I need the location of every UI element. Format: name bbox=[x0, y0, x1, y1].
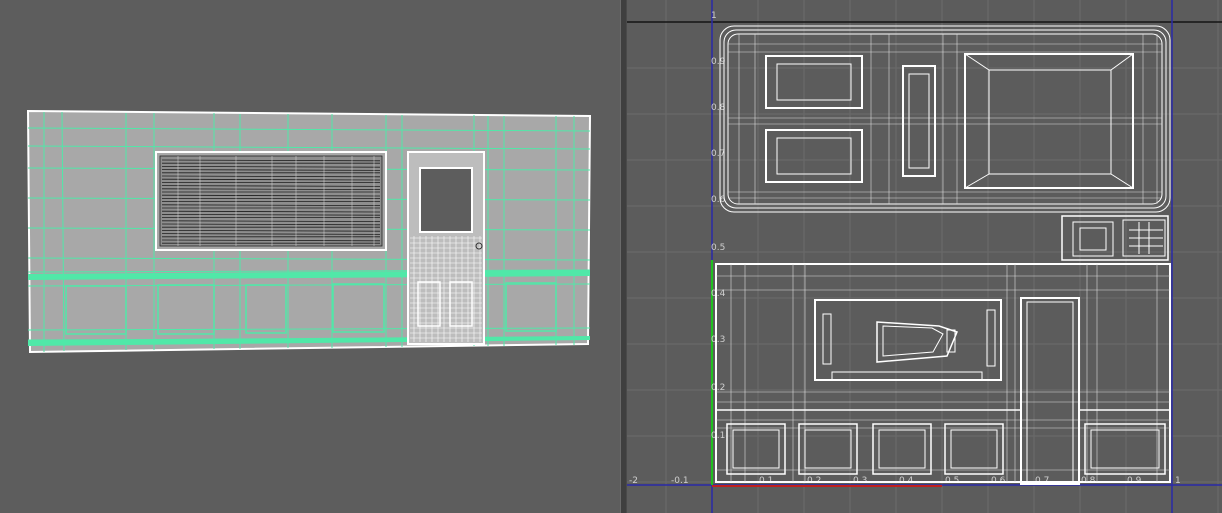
v-tick-label: 0.9 bbox=[711, 57, 726, 67]
uv-shell-top[interactable] bbox=[719, 25, 1171, 213]
viewport-splitter[interactable] bbox=[620, 0, 627, 513]
v-tick-label: 1 bbox=[711, 11, 717, 21]
v-tick-label: 0.8 bbox=[711, 103, 726, 113]
v-tick-label: 0.4 bbox=[711, 289, 726, 299]
door-window bbox=[419, 167, 473, 233]
u-tick-label: 1 bbox=[1175, 476, 1181, 486]
u-tick-label: -0.1 bbox=[671, 476, 689, 486]
u-tick-label: -2 bbox=[629, 476, 638, 486]
uv-grid[interactable]: -2 -0.1 0.1 0.2 0.3 0.4 0.5 0.6 0.7 0.8 0.9 1 1 0.9 0… bbox=[627, 0, 1222, 513]
wall-mesh-wireframe[interactable] bbox=[0, 0, 620, 513]
v-tick-label: 0.2 bbox=[711, 383, 725, 393]
uv-shell-wall[interactable] bbox=[715, 263, 1171, 485]
v-tick-label: 0.5 bbox=[711, 243, 725, 253]
door[interactable] bbox=[407, 151, 485, 345]
window-blinds[interactable] bbox=[155, 151, 387, 251]
v-tick-label: 0.6 bbox=[711, 195, 726, 205]
v-tick-label: 0.1 bbox=[711, 431, 725, 441]
uv-shell-keypad[interactable] bbox=[1061, 215, 1169, 261]
uv-texture-editor[interactable]: -2 -0.1 0.1 0.2 0.3 0.4 0.5 0.6 0.7 0.8 0.9 1 1 0.9 0… bbox=[627, 0, 1222, 513]
perspective-viewport[interactable] bbox=[0, 0, 620, 513]
v-tick-label: 0.3 bbox=[711, 335, 725, 345]
v-tick-labels: 1 0.9 0.8 0.7 0.6 0.5 0.4 0.3 0.2 0.1 bbox=[711, 11, 726, 441]
v-tick-label: 0.7 bbox=[711, 149, 725, 159]
